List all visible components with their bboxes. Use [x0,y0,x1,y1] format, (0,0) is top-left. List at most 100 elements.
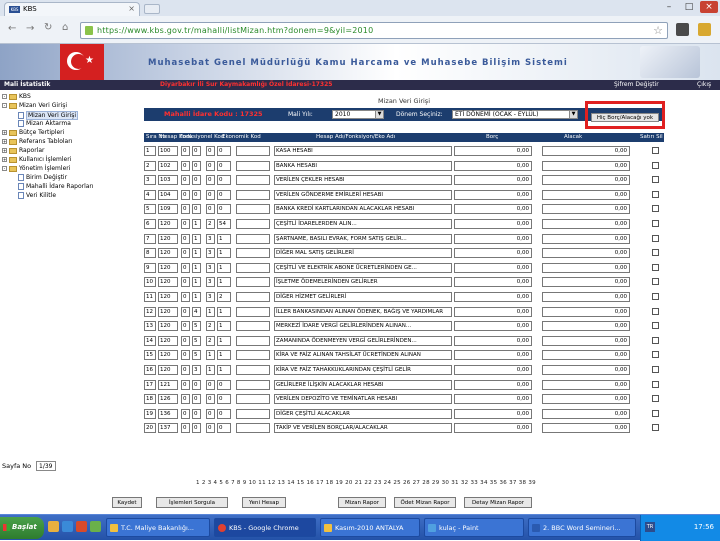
cell-hk[interactable]: 120 [158,219,178,229]
close-window-icon[interactable]: × [700,1,718,13]
cell-f1[interactable]: 0 [181,321,190,332]
delete-row-checkbox[interactable] [652,263,659,271]
cell-f2[interactable]: 1 [192,277,201,288]
delete-row-checkbox[interactable] [652,220,659,227]
cell-f1[interactable]: 0 [181,379,190,390]
cell-alacak[interactable]: 0,00 [542,350,630,361]
cell-f2[interactable]: 5 [192,350,201,361]
cell-f2[interactable]: 3 [192,365,201,375]
home-icon[interactable]: ⌂ [62,22,68,33]
cell-hk[interactable]: 120 [158,277,178,288]
tree-item-yonetim-islemleri[interactable]: - Yönetim İşlemleri [2,165,70,172]
detail-mizan-report-button[interactable]: Detay Mizan Rapor [464,497,532,508]
logout-link[interactable]: Çıkış [697,81,711,88]
cell-alacak[interactable]: 0,00 [542,146,630,156]
cell-alacak[interactable]: 0,00 [542,204,630,215]
cell-f1[interactable]: 0 [181,277,190,288]
tree-root-kbs[interactable]: - KBS [2,93,31,100]
cell-alacak[interactable]: 0,00 [542,335,630,346]
cell-e1[interactable]: 1 [206,350,215,361]
cell-f1[interactable]: 0 [181,408,190,419]
cell-e2[interactable]: 1 [217,350,231,361]
cell-ekonomik-detail[interactable] [236,321,270,332]
cell-e2[interactable]: 1 [217,233,231,244]
delete-row-checkbox[interactable] [652,293,659,300]
cell-name[interactable]: İŞLETME ÖDEMELERİNDEN GELİRLER [274,277,452,288]
pagination-links[interactable]: 1 2 3 4 5 6 7 8 9 10 11 12 13 14 15 16 1… [196,480,536,486]
cell-ekonomik-detail[interactable] [236,292,270,302]
cell-f2[interactable]: 0 [192,204,201,215]
cell-borc[interactable]: 0,00 [454,233,532,244]
cell-e2[interactable]: 0 [217,408,231,419]
cell-name[interactable]: BANKA KREDİ KARTLARINDAN ALACAKLAR HESAB… [274,204,452,215]
cell-f1[interactable]: 0 [181,423,190,434]
cell-ekonomik-detail[interactable] [236,423,270,434]
cell-f1[interactable]: 0 [181,335,190,346]
cell-hk[interactable]: 104 [158,189,178,200]
cell-borc[interactable]: 0,00 [454,146,532,156]
cell-f2[interactable]: 1 [192,233,201,244]
delete-row-checkbox[interactable] [652,234,659,242]
cell-e2[interactable]: 1 [217,277,231,288]
cell-borc[interactable]: 0,00 [454,219,532,229]
cell-f2[interactable]: 0 [192,189,201,200]
cell-alacak[interactable]: 0,00 [542,262,630,273]
cell-ekonomik-detail[interactable] [236,189,270,200]
cell-borc[interactable]: 0,00 [454,189,532,200]
cell-name[interactable]: KİRA VE FAİZ ALINAN TAHSİLAT ÜCRETİNDEN … [274,350,452,361]
cell-ekonomik-detail[interactable] [236,175,270,186]
cell-name[interactable]: DİĞER MAL SATIŞ GELİRLERİ [274,248,452,259]
cell-ekonomik-detail[interactable] [236,248,270,259]
tree-item-mizan-veri-girisi-page[interactable]: Mizan Veri Girişi [18,111,78,120]
page-number-input[interactable]: 1/39 [36,461,56,471]
cell-e1[interactable]: 1 [206,306,215,317]
cell-alacak[interactable]: 0,00 [542,321,630,332]
cell-ekonomik-detail[interactable] [236,277,270,288]
delete-row-checkbox[interactable] [652,336,659,344]
save-button[interactable]: Kaydet [112,497,142,508]
cell-e1[interactable]: 3 [206,262,215,273]
cell-f1[interactable]: 0 [181,350,190,361]
cell-f1[interactable]: 0 [181,160,190,171]
cell-e2[interactable]: 0 [217,146,231,156]
cell-hk[interactable]: 120 [158,335,178,346]
cell-borc[interactable]: 0,00 [454,204,532,215]
delete-row-checkbox[interactable] [652,147,659,154]
period-select[interactable]: ETİ DÖNEMİ (OCAK - EYLÜL) ▼ [452,110,578,119]
cell-e1[interactable]: 3 [206,292,215,302]
delete-row-checkbox[interactable] [652,380,659,388]
delete-row-checkbox[interactable] [652,395,659,403]
quicklaunch-media-icon[interactable] [76,521,87,532]
tree-item-mahalli-idare-raporlari[interactable]: Mahalli İdare Raporları [18,183,94,190]
tree-item-birim-degistir[interactable]: Birim Değiştir [18,174,67,181]
cell-e2[interactable]: 0 [217,204,231,215]
cell-e2[interactable]: 0 [217,423,231,434]
cell-name[interactable]: VERİLEN ÇEKLER HESABI [274,175,452,186]
bookmark-star-icon[interactable]: ☆ [653,24,663,37]
cell-f1[interactable]: 0 [181,394,190,405]
cell-name[interactable]: GELİRLERE İLİŞKİN ALACAKLAR HESABI [274,379,452,390]
cell-borc[interactable]: 0,00 [454,379,532,390]
cell-f2[interactable]: 4 [192,306,201,317]
cell-e1[interactable]: 0 [206,379,215,390]
cell-e2[interactable]: 1 [217,306,231,317]
expand-icon[interactable]: + [2,130,7,135]
reload-icon[interactable]: ↻ [44,22,52,33]
minimize-icon[interactable]: – [660,1,678,13]
delete-row-checkbox[interactable] [652,278,659,286]
cell-e2[interactable]: 54 [217,219,231,229]
delete-row-checkbox[interactable] [652,176,659,184]
cell-e2[interactable]: 1 [217,335,231,346]
cell-alacak[interactable]: 0,00 [542,233,630,244]
mizan-report-button[interactable]: Mizan Rapor [338,497,386,508]
cell-alacak[interactable]: 0,00 [542,394,630,405]
cell-borc[interactable]: 0,00 [454,262,532,273]
cell-borc[interactable]: 0,00 [454,306,532,317]
cell-f2[interactable]: 5 [192,335,201,346]
cell-ekonomik-detail[interactable] [236,306,270,317]
page-menu-icon[interactable] [676,23,689,36]
cell-ekonomik-detail[interactable] [236,394,270,405]
cell-ekonomik-detail[interactable] [236,350,270,361]
cell-hk[interactable]: 136 [158,408,178,419]
cell-hk[interactable]: 120 [158,233,178,244]
